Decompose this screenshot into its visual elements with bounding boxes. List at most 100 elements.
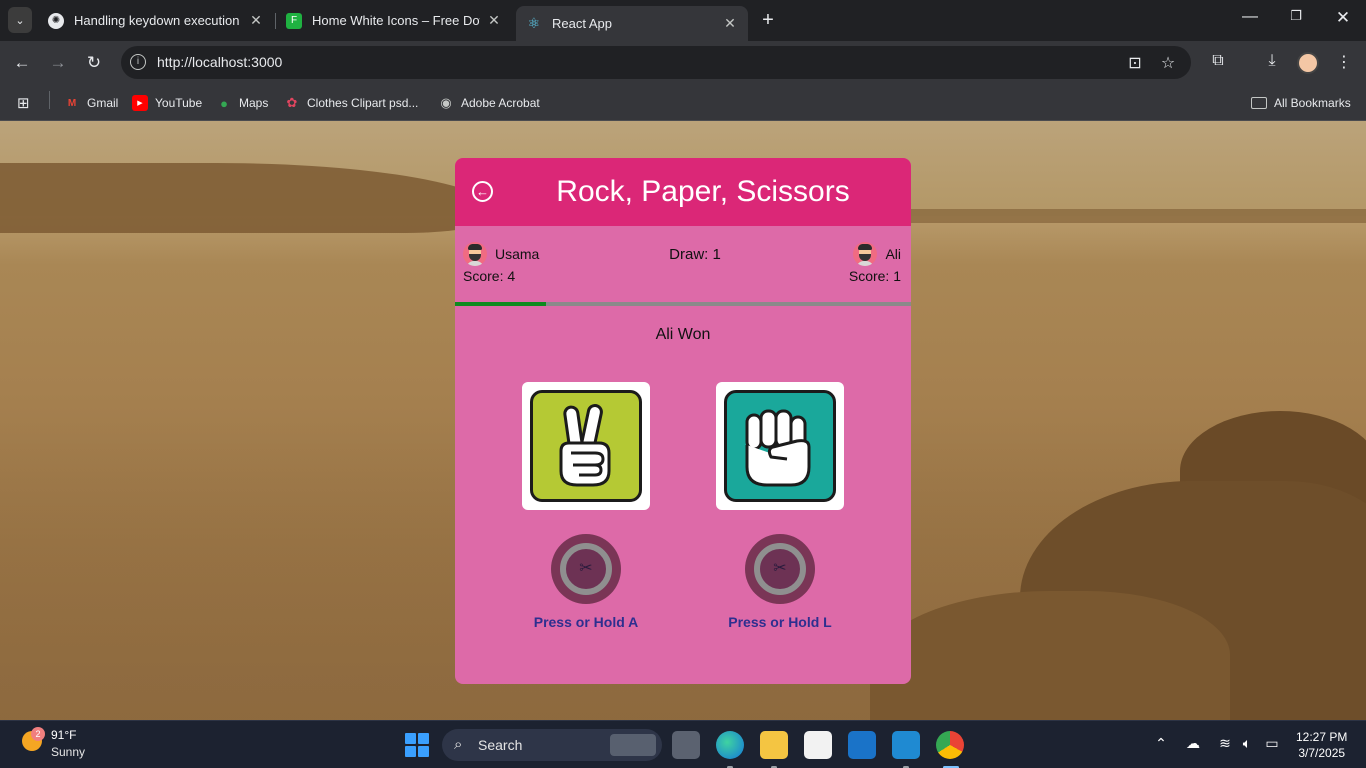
taskbar-search[interactable]: ⌕ Search: [442, 729, 662, 761]
player-1-key-button[interactable]: ✂: [551, 534, 621, 604]
system-clock[interactable]: 12:27 PM 3/7/2025: [1296, 729, 1347, 761]
bookmark-star-icon[interactable]: ☆: [1158, 53, 1178, 73]
close-icon[interactable]: ✕: [248, 12, 264, 29]
bookmark-label: Clothes Clipart psd...: [307, 96, 419, 110]
bookmark-acrobat[interactable]: ◉ Adobe Acrobat: [438, 93, 540, 113]
game-card: ← Rock, Paper, Scissors Usama Score: 4 D…: [455, 158, 911, 684]
clock-time: 12:27 PM: [1296, 730, 1348, 744]
extensions-icon[interactable]: ⧉: [1207, 52, 1229, 70]
tab-strip: ⌄ ✺ Handling keydown execution ti ✕ F Ho…: [0, 0, 1366, 41]
profile-avatar[interactable]: [1297, 52, 1319, 74]
react-icon: ⚛: [527, 15, 541, 31]
download-icon[interactable]: ⤓: [1261, 52, 1283, 70]
notification-badge: 2: [31, 727, 45, 741]
install-app-icon[interactable]: ⊡: [1125, 53, 1145, 73]
background-pier: [900, 209, 1366, 223]
maps-icon: ●: [220, 95, 228, 111]
tab-3-active[interactable]: ⚛ React App ✕: [516, 6, 748, 41]
clipart-icon: ✿: [286, 95, 298, 110]
restore-icon[interactable]: ❐: [1286, 8, 1306, 24]
score-progress-fill: [455, 302, 547, 306]
player-1-score: Score: 4: [463, 268, 516, 284]
flaticon-icon: F: [286, 12, 302, 29]
player-2: Ali: [853, 242, 901, 266]
vscode-icon[interactable]: [892, 731, 920, 759]
cloud-icon[interactable]: ☁: [1183, 735, 1203, 752]
tab-1[interactable]: ✺ Handling keydown execution ti ✕: [38, 6, 274, 35]
player-avatar-icon: [853, 242, 878, 266]
search-highlight-image: [610, 734, 656, 756]
game-header: ← Rock, Paper, Scissors: [455, 158, 911, 226]
all-bookmarks[interactable]: All Bookmarks: [1251, 93, 1351, 113]
file-explorer-icon[interactable]: [760, 731, 788, 759]
bookmark-label: Maps: [239, 96, 269, 110]
task-view-icon[interactable]: [672, 731, 700, 759]
microsoft-store-icon[interactable]: [804, 731, 832, 759]
clock-date: 3/7/2025: [1298, 746, 1346, 760]
player-2-score: Score: 1: [848, 268, 901, 284]
player-2-move-card: [716, 382, 844, 510]
bookmarks-bar: ⊞ M Gmail ▶ YouTube ● Maps ✿ Clothes Cli…: [0, 85, 1366, 121]
tab-2[interactable]: F Home White Icons – Free Down ✕: [276, 6, 512, 35]
battery-icon[interactable]: ▭: [1262, 735, 1282, 752]
youtube-icon: ▶: [132, 95, 148, 111]
bookmark-label: Adobe Acrobat: [461, 96, 540, 110]
bookmark-clipart[interactable]: ✿ Clothes Clipart psd...: [284, 93, 419, 113]
wifi-icon[interactable]: ≋: [1215, 735, 1235, 752]
game-title: Rock, Paper, Scissors: [556, 175, 850, 208]
window-close-icon[interactable]: ✕: [1333, 8, 1353, 28]
address-bar[interactable]: i http://localhost:3000 ⊡ ☆: [121, 46, 1191, 79]
bookmark-youtube[interactable]: ▶ YouTube: [132, 93, 202, 113]
bookmark-label: Gmail: [87, 96, 119, 110]
windows-taskbar: 2 91°F Sunny ⌕ Search ⌃ ☁ ≋ 🔈︎ ▭ 12:27 P…: [0, 720, 1366, 768]
all-bookmarks-label: All Bookmarks: [1274, 96, 1351, 110]
score-progress-bar: [455, 302, 911, 306]
bookmark-maps[interactable]: ● Maps: [216, 93, 268, 113]
acrobat-icon: ◉: [440, 95, 452, 110]
openai-icon: ✺: [48, 12, 64, 29]
bookmark-gmail[interactable]: M Gmail: [64, 93, 119, 113]
player-2-key-label: Press or Hold L: [728, 614, 832, 630]
close-icon[interactable]: ✕: [722, 15, 738, 32]
volume-icon[interactable]: 🔈︎: [1237, 735, 1257, 752]
tab-title: React App: [552, 16, 612, 31]
edge-browser-icon[interactable]: [716, 731, 744, 759]
search-icon: ⌕: [454, 736, 463, 753]
search-label: Search: [478, 737, 523, 753]
tab-title: Home White Icons – Free Down: [312, 13, 480, 28]
scissors-icon: ✂: [579, 560, 593, 577]
page-viewport: ← Rock, Paper, Scissors Usama Score: 4 D…: [0, 121, 1366, 720]
menu-icon[interactable]: ⋮: [1333, 52, 1355, 72]
back-arrow-icon[interactable]: ←: [11, 52, 33, 74]
tab-search-button[interactable]: ⌄: [8, 7, 32, 33]
chevron-up-icon[interactable]: ⌃: [1151, 735, 1171, 752]
player-2-name: Ali: [885, 246, 901, 262]
apps-grid-icon[interactable]: ⊞: [17, 93, 30, 113]
new-tab-button[interactable]: +: [758, 9, 778, 32]
browser-toolbar: ← → ↻ i http://localhost:3000 ⊡ ☆ ⧉ ⤓ ⋮: [0, 41, 1366, 85]
scissors-icon: ✂: [773, 560, 787, 577]
tab-title: Handling keydown execution ti: [74, 13, 242, 28]
weather-condition: Sunny: [51, 745, 86, 759]
windows-start-icon[interactable]: [405, 733, 429, 757]
weather-temperature: 91°F: [51, 728, 77, 742]
draw-count: Draw: 1: [669, 246, 721, 263]
outlook-icon[interactable]: [848, 731, 876, 759]
minimize-icon[interactable]: —: [1240, 8, 1260, 26]
round-result: Ali Won: [655, 326, 711, 343]
forward-arrow-icon[interactable]: →: [47, 52, 69, 74]
player-2-key-button[interactable]: ✂: [745, 534, 815, 604]
folder-icon: [1251, 97, 1267, 109]
bookmark-label: YouTube: [155, 96, 203, 110]
rock-fist-icon: [724, 390, 836, 502]
site-info-icon[interactable]: i: [130, 54, 146, 70]
close-icon[interactable]: ✕: [486, 12, 502, 29]
player-1-key-label: Press or Hold A: [533, 614, 639, 630]
scissors-hand-icon: [530, 390, 642, 502]
gmail-icon: M: [67, 97, 77, 109]
bookmarks-divider: [49, 91, 50, 109]
reload-icon[interactable]: ↻: [83, 52, 105, 74]
url-text: http://localhost:3000: [157, 54, 283, 70]
chrome-icon[interactable]: [936, 731, 964, 759]
chevron-down-icon: ⌄: [15, 14, 25, 27]
